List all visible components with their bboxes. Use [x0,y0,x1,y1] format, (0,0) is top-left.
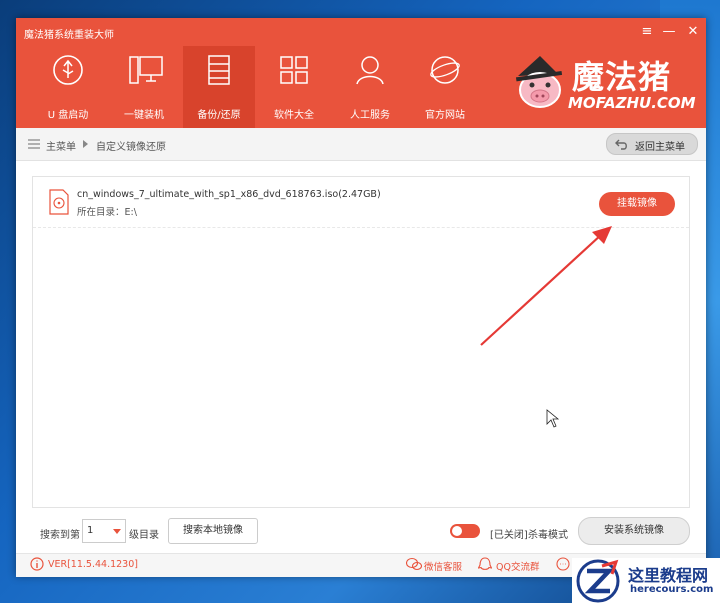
site-watermark: 这里教程网 herecours.com [572,558,720,603]
breadcrumb-current: 自定义镜像还原 [96,142,166,153]
mofazhu-logo: 魔法猪 MOFAZHU.COM [512,50,696,118]
nav-one-click-install[interactable]: 一键装机 [108,46,180,128]
nav-label: 备份/还原 [197,110,241,121]
backup-icon [208,55,230,85]
back-button-label: 返回主菜单 [635,142,685,153]
watermark-text: 这里教程网 [628,566,709,585]
list-item[interactable]: cn_windows_7_ultimate_with_sp1_x86_dvd_6… [33,177,689,228]
install-system-image-button[interactable]: 安装系统镜像 [578,517,690,545]
nav-label: 一键装机 [124,110,164,121]
level-value: 1 [87,525,94,536]
back-to-main-menu-button[interactable]: 返回主菜单 [606,133,698,155]
info-icon [30,557,44,571]
menu-button[interactable]: ≡ [638,24,656,39]
nav-backup-restore[interactable]: 备份/还原 [183,46,255,128]
search-local-image-button[interactable]: 搜索本地镜像 [168,518,258,544]
nav-usb-boot[interactable]: U 盘启动 [32,46,104,128]
antivirus-label: 杀毒模式 [528,530,568,541]
file-name: cn_windows_7_ultimate_with_sp1_x86_dvd_6… [77,189,381,200]
monitor-icon [129,56,163,84]
globe-icon [430,56,460,84]
search-suffix-label: 级目录 [129,530,159,541]
mount-image-button[interactable]: 挂载镜像 [599,192,675,216]
wechat-service-link[interactable]: 微信客服 [424,559,462,573]
header-bar: 魔法猪系统重装大师 ≡ — ✕ U 盘启动 一键装机 备份/还原 软件大全 人工… [16,18,706,128]
antivirus-state: [已关闭] [490,530,528,541]
version-text: VER[11.5.44.1230] [48,559,138,570]
list-icon [28,139,40,149]
return-icon [615,139,627,150]
directory-level-select[interactable]: 1 [82,519,126,543]
close-button[interactable]: ✕ [684,24,702,39]
nav-software[interactable]: 软件大全 [258,46,330,128]
search-prefix-label: 搜索到第 [40,530,80,541]
toggle-knob [452,526,462,536]
watermark-subtext: herecours.com [630,584,714,595]
breadcrumb-home[interactable]: 主菜单 [46,138,76,153]
wechat-icon [406,557,422,571]
breadcrumb-bar: 主菜单 自定义镜像还原 返回主菜单 [16,128,706,161]
chevron-right-icon [83,140,88,148]
z-logo-icon [576,559,620,603]
file-directory: 所在目录：E:\ [77,207,137,218]
logo-text: 魔法猪 [572,58,672,96]
nav-label: U 盘启动 [47,110,89,121]
person-icon [356,56,384,85]
antivirus-toggle[interactable] [450,524,480,538]
nav-official-site[interactable]: 官方网站 [409,46,481,128]
nav-label: 人工服务 [350,110,390,121]
chevron-down-icon [113,529,121,534]
qq-icon [478,557,492,570]
bottom-toolbar: 搜索到第 1 级目录 搜索本地镜像 [已关闭] 杀毒模式 安装系统镜像 [16,516,706,548]
app-window: 魔法猪系统重装大师 ≡ — ✕ U 盘启动 一键装机 备份/还原 软件大全 人工… [16,18,706,577]
disc-file-icon [49,189,69,215]
chat-icon [556,557,570,571]
qq-group-link[interactable]: QQ交流群 [496,559,539,573]
nav-label: 官方网站 [425,110,465,121]
usb-icon [53,55,83,85]
window-title: 魔法猪系统重装大师 [24,30,114,41]
logo-subtext: MOFAZHU.COM [568,94,696,112]
nav-label: 软件大全 [274,110,314,121]
minimize-button[interactable]: — [660,24,678,39]
grid-icon [280,56,308,84]
pig-mascot-icon [515,56,563,108]
image-list-panel: cn_windows_7_ultimate_with_sp1_x86_dvd_6… [32,176,690,508]
nav-manual-service[interactable]: 人工服务 [334,46,406,128]
